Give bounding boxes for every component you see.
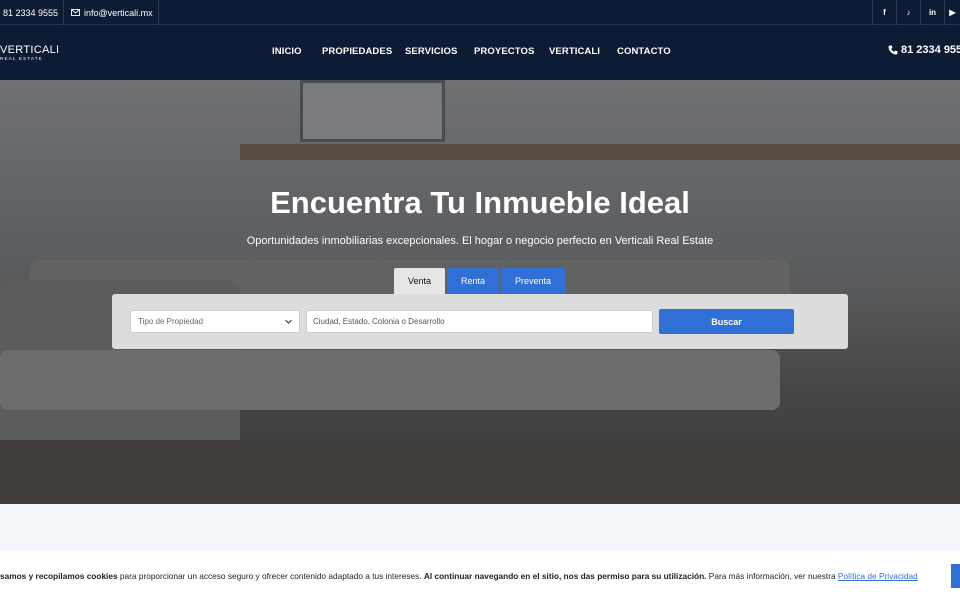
search-box: Tipo de Propiedad Ciudad, Estado, Coloni… xyxy=(112,294,848,349)
youtube-icon[interactable]: ▶ xyxy=(944,0,960,25)
listing-type-tabs: Venta Renta Preventa xyxy=(394,268,567,294)
nav-inicio[interactable]: INICIO xyxy=(272,46,302,57)
logo[interactable]: VERTICALI REAL ESTATE xyxy=(0,45,59,62)
location-placeholder: Ciudad, Estado, Colonia o Desarrollo xyxy=(313,317,445,326)
navbar-phone-text[interactable]: 81 2334 9555 xyxy=(901,44,960,56)
linkedin-icon[interactable]: in xyxy=(920,0,944,25)
logo-sub: REAL ESTATE xyxy=(0,56,43,61)
cookie-accept-button[interactable] xyxy=(951,564,960,588)
topbar-phone[interactable]: 81 2334 9555 xyxy=(0,0,64,25)
envelope-icon xyxy=(71,9,80,16)
property-type-select[interactable]: Tipo de Propiedad xyxy=(130,310,300,333)
top-bar: 81 2334 9555 info@verticali.mx f ♪ in ▶ xyxy=(0,0,960,25)
tab-renta[interactable]: Renta xyxy=(447,268,499,294)
nav-propiedades[interactable]: PROPIEDADES xyxy=(322,46,392,57)
navbar-phone[interactable]: 81 2334 9555 xyxy=(888,44,960,56)
tiktok-icon[interactable]: ♪ xyxy=(896,0,920,25)
tab-venta[interactable]: Venta xyxy=(394,268,445,294)
topbar-email-text[interactable]: info@verticali.mx xyxy=(84,8,153,18)
privacy-policy-link[interactable]: Política de Privacidad xyxy=(838,571,918,581)
cookie-banner: samos y recopilamos cookies para proporc… xyxy=(0,551,960,600)
topbar-phone-text[interactable]: 81 2334 9555 xyxy=(3,8,58,18)
cookie-text-1: para proporcionar un acceso seguro y ofr… xyxy=(117,571,424,581)
search-button[interactable]: Buscar xyxy=(659,309,794,334)
nav-servicios[interactable]: SERVICIOS xyxy=(405,46,457,57)
nav-proyectos[interactable]: PROYECTOS xyxy=(474,46,534,57)
hero-subtitle: Oportunidades inmobiliarias excepcionale… xyxy=(246,235,714,247)
property-type-placeholder: Tipo de Propiedad xyxy=(138,317,204,326)
main-navbar: VERTICALI REAL ESTATE INICIO PROPIEDADES… xyxy=(0,25,960,80)
location-search-input[interactable]: Ciudad, Estado, Colonia o Desarrollo xyxy=(306,310,653,333)
cookie-bold-1: samos y recopilamos cookies xyxy=(0,571,118,581)
chevron-down-icon xyxy=(285,319,292,324)
cookie-text: samos y recopilamos cookies para proporc… xyxy=(0,571,918,581)
facebook-icon[interactable]: f xyxy=(872,0,896,25)
nav-contacto[interactable]: CONTACTO xyxy=(617,46,671,57)
tab-preventa[interactable]: Preventa xyxy=(501,268,565,294)
phone-icon xyxy=(888,45,898,55)
nav-verticali[interactable]: VERTICALI xyxy=(549,46,600,57)
hero-section: Encuentra Tu Inmueble Ideal Oportunidade… xyxy=(0,80,960,504)
hero-title: Encuentra Tu Inmueble Ideal xyxy=(270,185,690,220)
topbar-email[interactable]: info@verticali.mx xyxy=(64,0,159,25)
cookie-text-2: Para más información, ver nuestra xyxy=(706,571,838,581)
logo-main: VERTICALI xyxy=(0,44,60,56)
cookie-bold-2: Al continuar navegando en el sitio, nos … xyxy=(423,571,707,581)
